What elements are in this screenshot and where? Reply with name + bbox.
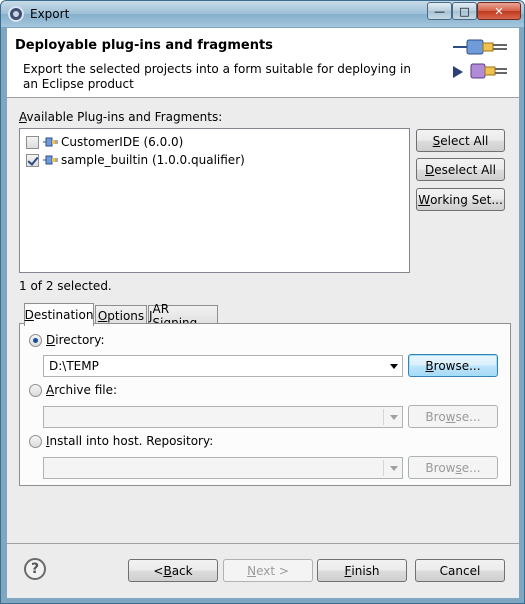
deselect-all-button[interactable]: Deselect All — [416, 158, 505, 181]
minimize-icon: — — [434, 4, 445, 18]
install-radio[interactable] — [29, 434, 42, 448]
directory-browse-button[interactable]: Browse... — [408, 354, 498, 377]
close-icon: ✕ — [494, 4, 504, 18]
combo-separator — [383, 409, 384, 425]
directory-label: Directory: — [46, 333, 105, 347]
back-button[interactable]: < Back — [128, 559, 218, 582]
available-plugins-label: Available Plug-ins and Fragments: — [19, 110, 223, 124]
plugin-checkbox-sample-builtin[interactable] — [26, 153, 39, 167]
plugin-label: CustomerIDE (6.0.0) — [61, 135, 184, 149]
wizard-banner: Deployable plug-ins and fragments Export… — [7, 28, 519, 98]
maximize-icon: □ — [459, 4, 470, 18]
minimize-button[interactable]: — — [427, 2, 452, 20]
repository-combo[interactable] — [43, 457, 403, 479]
window-title: Export — [30, 7, 70, 21]
archive-radio[interactable] — [29, 383, 42, 397]
close-button[interactable]: ✕ — [477, 2, 521, 20]
directory-radio[interactable] — [29, 333, 42, 347]
archive-browse-button[interactable]: Bro w se... — [408, 405, 498, 428]
combo-separator — [383, 460, 384, 476]
chevron-down-icon — [390, 466, 398, 471]
eclipse-app-icon — [8, 6, 24, 22]
tab-options[interactable]: Options — [95, 305, 147, 325]
plugin-label: sample_builtin (1.0.0.qualifier) — [61, 153, 245, 167]
plugin-export-icon — [453, 39, 507, 79]
next-button[interactable]: Next > — [223, 559, 313, 582]
repository-browse-button[interactable]: Brow s e... — [408, 456, 498, 479]
plugin-icon — [43, 137, 58, 147]
dialog-client-area: Deployable plug-ins and fragments Export… — [7, 28, 519, 598]
directory-radio-row[interactable]: Directory: — [29, 333, 105, 347]
archive-combo[interactable] — [43, 406, 403, 428]
chevron-down-icon — [390, 415, 398, 420]
tab-destination[interactable]: Destination — [24, 303, 94, 326]
export-dialog-window: Export — □ ✕ Deployable plug-ins and fra… — [0, 0, 525, 604]
destination-tab-panel: Directory: D:\TEMP Browse... Archive fil… — [19, 323, 511, 486]
plugin-checkbox-customeride[interactable] — [26, 135, 39, 149]
tab-jar-signing[interactable]: JAR Signing — [148, 302, 218, 330]
finish-button[interactable]: Finish — [317, 559, 407, 582]
title-bar[interactable]: Export — □ ✕ — [1, 1, 524, 27]
plugin-list[interactable]: CustomerIDE (6.0.0) sample_builtin (1.0.… — [19, 128, 410, 273]
directory-value: D:\TEMP — [49, 359, 99, 373]
archive-radio-row[interactable]: Archive file: — [29, 383, 117, 397]
working-set-button[interactable]: Working Set... — [416, 188, 505, 211]
help-icon[interactable]: ? — [24, 558, 46, 580]
select-all-button[interactable]: Select All — [416, 129, 505, 152]
cancel-button[interactable]: Cancel — [415, 559, 505, 582]
archive-label: Archive file: — [46, 383, 118, 397]
install-label: Install into host. Repository: — [46, 434, 214, 448]
install-radio-row[interactable]: Install into host. Repository: — [29, 434, 213, 448]
list-item[interactable]: CustomerIDE (6.0.0) — [26, 133, 183, 151]
maximize-button[interactable]: □ — [452, 2, 477, 20]
directory-combo[interactable]: D:\TEMP — [43, 355, 403, 377]
chevron-down-icon[interactable] — [390, 364, 398, 369]
footer-separator — [7, 543, 519, 544]
list-item[interactable]: sample_builtin (1.0.0.qualifier) — [26, 151, 245, 169]
wizard-page-description: Export the selected projects into a form… — [23, 62, 411, 91]
selection-status: 1 of 2 selected. — [19, 279, 112, 293]
wizard-page-title: Deployable plug-ins and fragments — [15, 38, 273, 53]
plugin-icon — [43, 155, 58, 165]
